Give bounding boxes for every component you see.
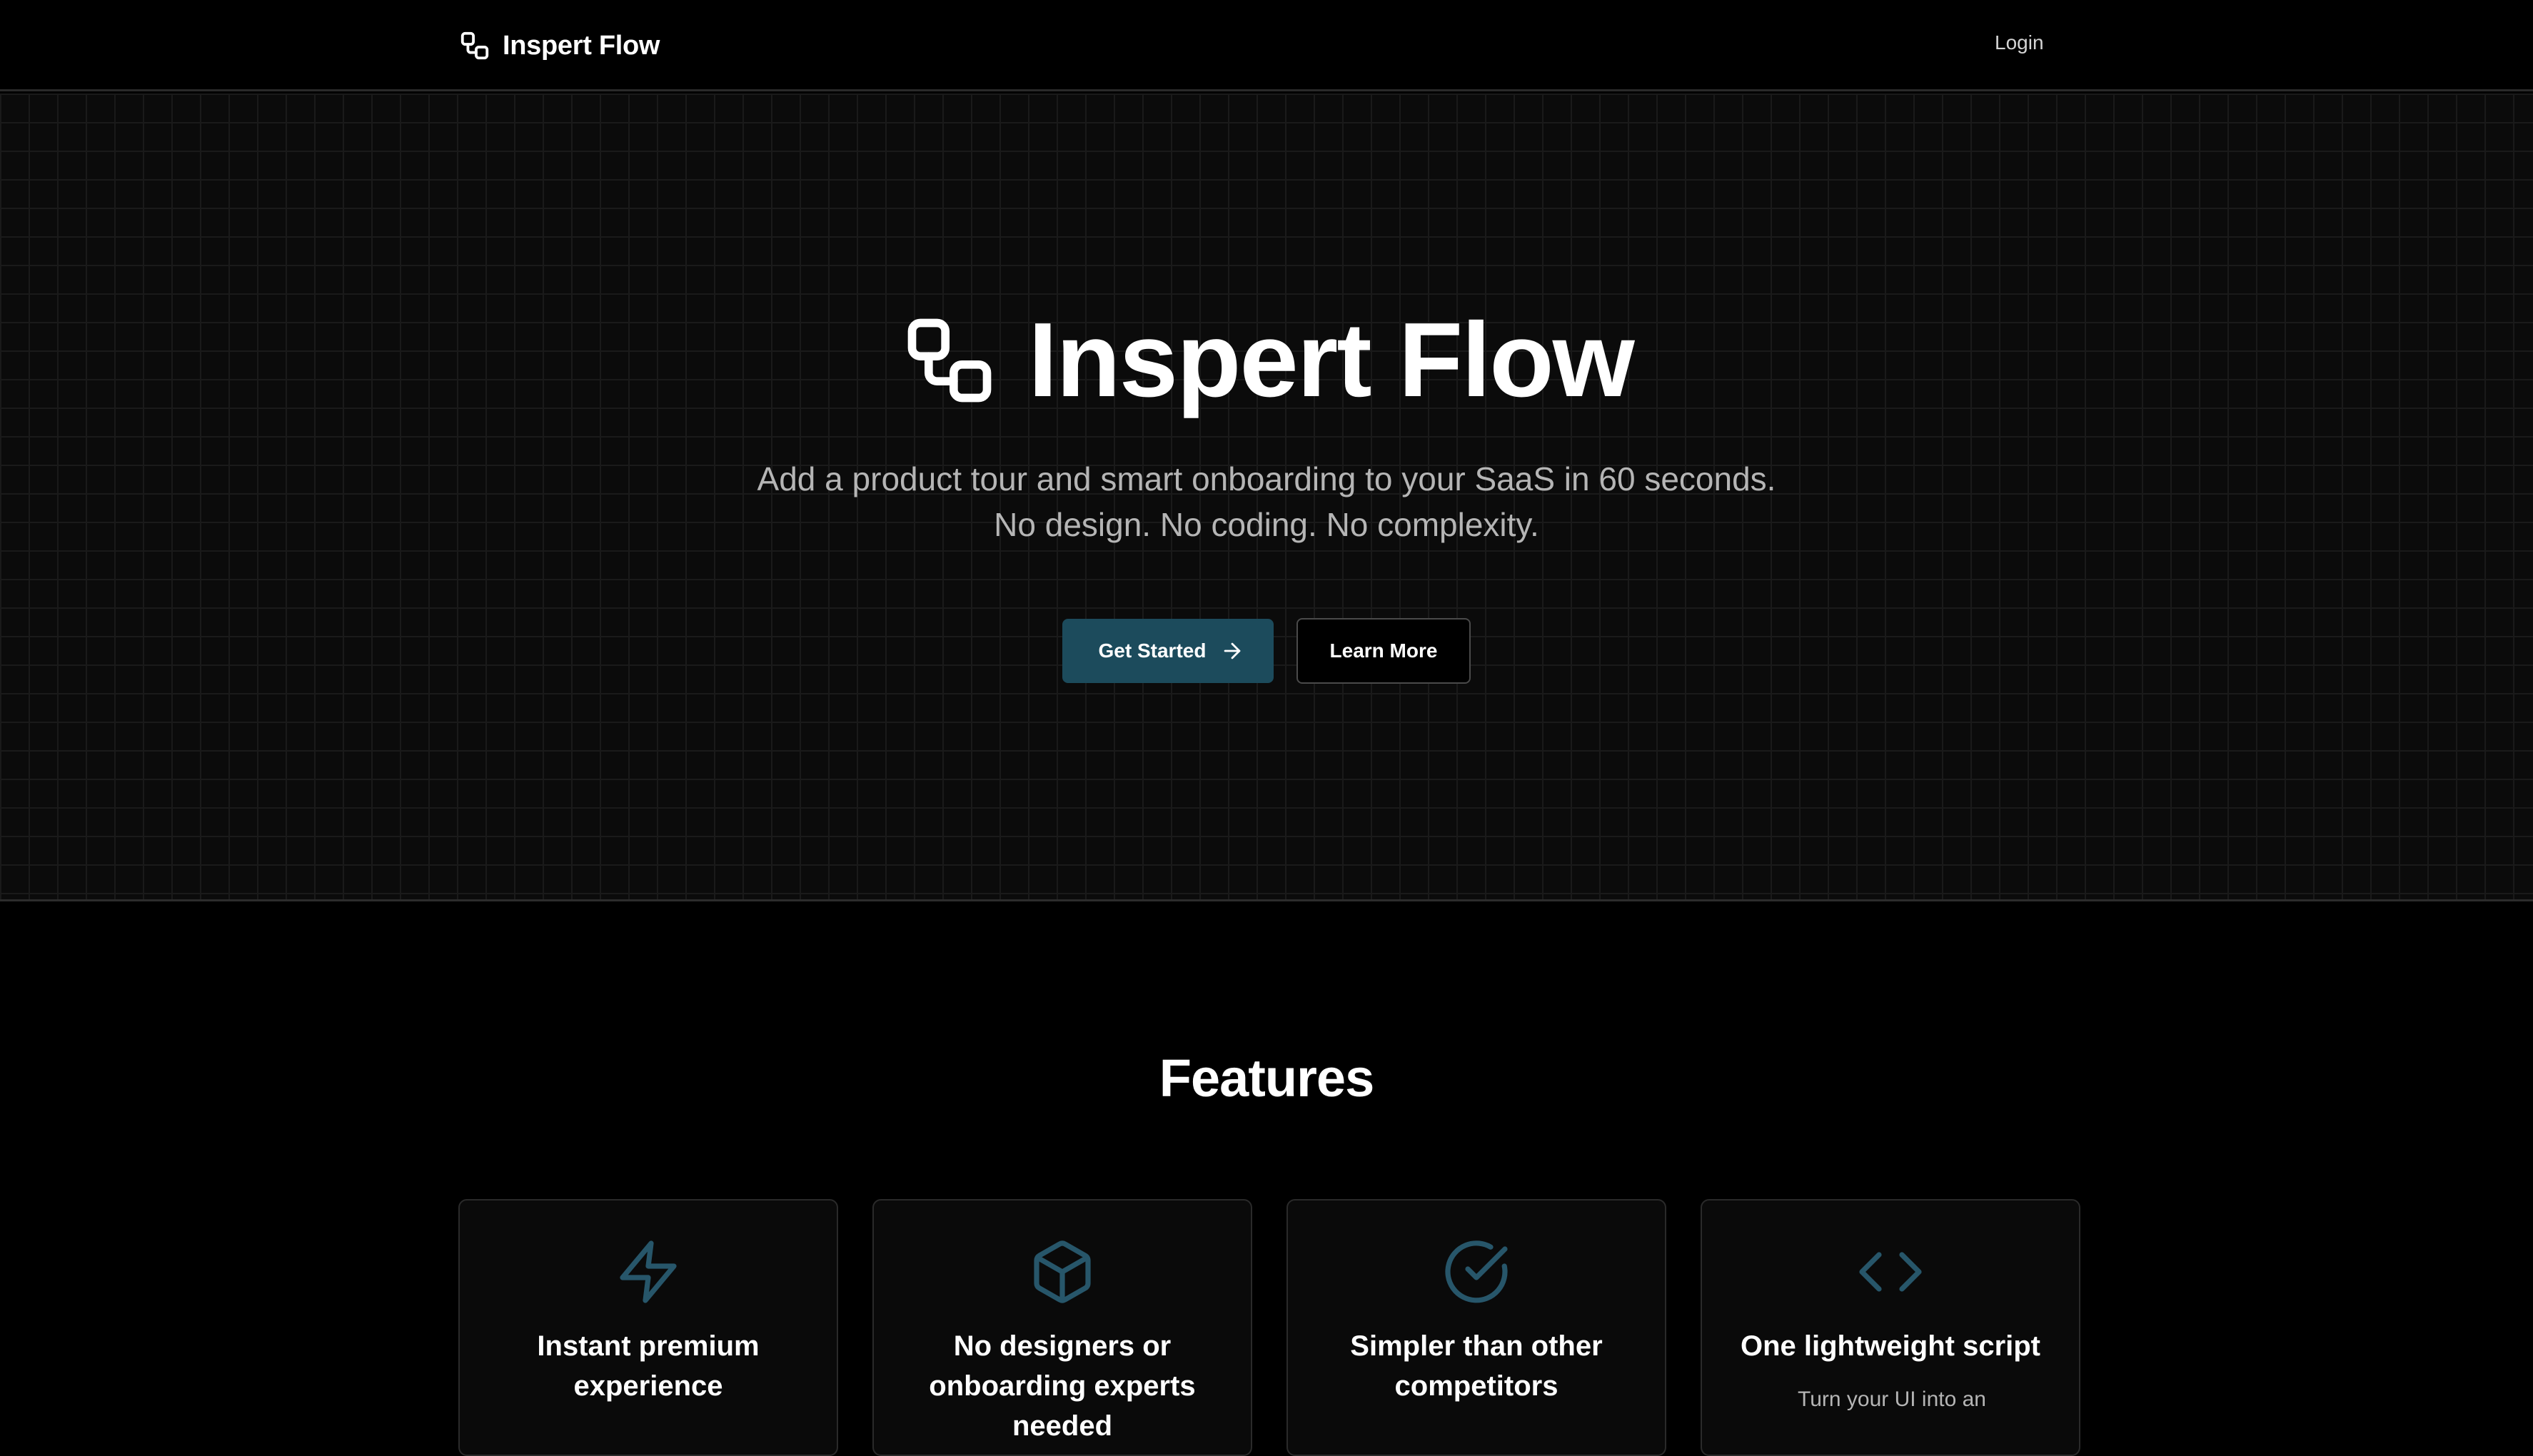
- feature-title: No designers or onboarding experts neede…: [929, 1330, 1196, 1442]
- code-icon: [1859, 1252, 1922, 1292]
- feature-card-instant-premium: Instant premium experience: [458, 1199, 838, 1456]
- feature-card-simpler: Simpler than other competitors: [1286, 1199, 1666, 1456]
- workflow-logo-icon: [907, 318, 992, 403]
- feature-title: Instant premium experience: [537, 1330, 760, 1402]
- feature-title: Simpler than other competitors: [1350, 1330, 1603, 1402]
- feature-card-lightweight-script: One lightweight script Turn your UI into…: [1701, 1199, 2080, 1456]
- get-started-button[interactable]: Get Started: [1062, 619, 1274, 683]
- learn-more-button[interactable]: Learn More: [1296, 618, 1471, 684]
- hero-title-row: Inspert Flow: [0, 308, 2533, 413]
- hero-actions: Get Started Learn More: [0, 618, 2533, 684]
- workflow-logo-icon: [460, 31, 489, 60]
- hero-subtitle-line-1: Add a product tour and smart onboarding …: [757, 460, 1776, 497]
- hero-subtitle: Add a product tour and smart onboarding …: [0, 456, 2533, 547]
- features-heading: Features: [1159, 1048, 1374, 1108]
- brand-name: Inspert Flow: [503, 30, 660, 61]
- get-started-label: Get Started: [1098, 639, 1207, 662]
- lightning-icon: [620, 1240, 677, 1303]
- hero-section: Inspert Flow Add a product tour and smar…: [0, 93, 2533, 901]
- cube-icon: [1034, 1240, 1091, 1303]
- hero-subtitle-line-2: No design. No coding. No complexity.: [994, 506, 1539, 543]
- site-header: Inspert Flow Login: [0, 0, 2533, 91]
- check-circle-icon: [1445, 1240, 1508, 1303]
- feature-title: One lightweight script: [1740, 1330, 2041, 1362]
- feature-card-no-designers: No designers or onboarding experts neede…: [872, 1199, 1252, 1456]
- brand-logo-link[interactable]: Inspert Flow: [458, 27, 660, 64]
- arrow-right-icon: [1224, 642, 1241, 659]
- login-link[interactable]: Login: [1989, 31, 2050, 54]
- feature-description: Turn your UI into an: [1797, 1387, 1986, 1411]
- hero-title: Inspert Flow: [1028, 301, 1635, 419]
